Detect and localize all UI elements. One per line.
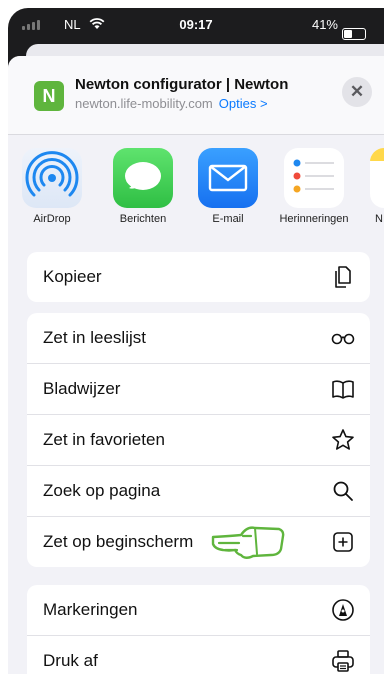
star-icon [332, 429, 354, 450]
messages-icon [113, 148, 173, 208]
action-bookmark[interactable]: Bladwijzer [27, 364, 370, 415]
site-icon: N [34, 81, 64, 111]
add-square-icon [333, 532, 353, 552]
battery-percentage: 41% [311, 17, 338, 32]
app-label: E-mail [212, 213, 244, 225]
status-bar: NL 09:17 41% [8, 8, 384, 44]
share-header: N Newton configurator | Newton newton.li… [8, 56, 384, 135]
notes-icon [370, 148, 384, 208]
mail-icon [198, 148, 258, 208]
action-copy[interactable]: Kopieer [27, 252, 370, 302]
action-reading-list[interactable]: Zet in leeslijst [27, 313, 370, 364]
markup-pen-icon [332, 599, 354, 621]
battery-icon [342, 28, 366, 40]
action-group-page: Zet in leeslijst Bladwijzer Zet in favor… [27, 313, 370, 567]
action-markup[interactable]: Markeringen [27, 585, 370, 636]
action-find-on-page[interactable]: Zoek op pagina [27, 466, 370, 517]
share-app-messages[interactable]: Berichten [100, 148, 186, 225]
action-label: Zoek op pagina [43, 481, 161, 500]
share-sheet: N Newton configurator | Newton newton.li… [8, 56, 384, 674]
app-label: Herinneringen [279, 213, 349, 225]
page-url-line: newton.life-mobility.com Opties > [75, 96, 268, 111]
search-icon [333, 481, 353, 501]
phone-screen: NL 09:17 41% N Newton configurator | New… [8, 8, 384, 674]
action-label: Zet in leeslijst [43, 328, 146, 347]
action-label: Zet op beginscherm [43, 532, 194, 551]
airdrop-icon [22, 148, 82, 208]
share-app-notes[interactable]: N [357, 148, 384, 225]
copy-icon [335, 266, 351, 288]
action-group-copy: Kopieer [27, 252, 370, 302]
app-label: AirDrop [33, 213, 71, 225]
app-label: N [375, 213, 383, 225]
page-title: Newton configurator | Newton [75, 76, 289, 93]
share-app-reminders[interactable]: Herinneringen [271, 148, 357, 225]
pointing-hand-icon [211, 526, 285, 559]
action-print[interactable]: Druk af [27, 636, 370, 674]
action-label: Druk af [43, 651, 98, 670]
book-icon [332, 380, 354, 399]
printer-icon [332, 650, 354, 672]
glasses-icon [331, 333, 355, 345]
share-apps-row[interactable]: AirDrop Berichten E-mail Herinneringen N [8, 148, 384, 238]
action-favorites[interactable]: Zet in favorieten [27, 415, 370, 466]
action-label: Kopieer [43, 267, 102, 286]
close-button[interactable]: ✕ [342, 77, 372, 107]
action-group-markup: Markeringen Druk af [27, 585, 370, 674]
app-label: Berichten [119, 213, 167, 225]
options-link[interactable]: Opties > [219, 96, 268, 111]
share-app-mail[interactable]: E-mail [185, 148, 271, 225]
action-add-to-home-screen[interactable]: Zet op beginscherm [27, 517, 370, 567]
action-label: Zet in favorieten [43, 430, 165, 449]
battery-indicator: 41% [311, 17, 366, 40]
reminders-icon [284, 148, 344, 208]
page-url: newton.life-mobility.com [75, 96, 213, 111]
share-app-airdrop[interactable]: AirDrop [9, 148, 95, 225]
action-label: Markeringen [43, 600, 138, 619]
action-label: Bladwijzer [43, 379, 121, 398]
